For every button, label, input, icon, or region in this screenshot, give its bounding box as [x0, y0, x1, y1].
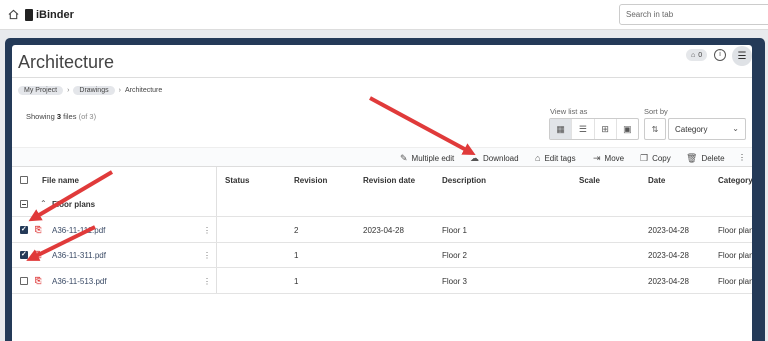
logo-mark-icon	[25, 9, 33, 21]
view-list-label: View list as	[550, 107, 588, 116]
tag-icon: ⌂	[691, 51, 696, 59]
trash-icon: 🗑	[686, 153, 698, 163]
cell-date: 2023-04-28	[648, 251, 689, 260]
group-row: ⌃ Floor plans	[12, 193, 752, 217]
sort-value: Category	[675, 125, 708, 134]
delete-button[interactable]: 🗑 Delete	[686, 153, 725, 164]
action-bar: ✎ Multiple edit ☁ Download ⌂ Edit tags ⇥…	[12, 147, 752, 167]
chevron-right-icon: ›	[118, 87, 121, 94]
table-view-icon[interactable]: ▦	[550, 119, 573, 139]
cell-date: 2023-04-28	[648, 277, 689, 286]
edit-tags-label: Edit tags	[544, 153, 576, 163]
column-header-date[interactable]: Date	[648, 176, 665, 185]
breadcrumb: My Project › Drawings › Architecture	[18, 86, 162, 95]
summary-prefix: Showing	[26, 112, 55, 121]
grid-view-icon[interactable]: ⊞	[595, 119, 617, 139]
breadcrumb-item-project[interactable]: My Project	[18, 86, 64, 95]
page-title: Architecture	[18, 52, 115, 72]
table-row[interactable]: ⎘ A36-11-311.pdf ⋮ 1 Floor 2 2023-04-28 …	[12, 243, 752, 268]
group-label: Floor plans	[52, 200, 96, 209]
cell-revision: 1	[294, 251, 299, 260]
copy-icon: ❐	[640, 153, 649, 163]
chevron-up-icon[interactable]: ⌃	[40, 199, 47, 208]
edit-document-icon: ✎	[400, 153, 408, 163]
search-input[interactable]: Search in tab	[619, 4, 768, 25]
table-header-row: File name Status Revision Revision date …	[12, 167, 752, 193]
move-button[interactable]: ⇥ Move	[593, 153, 624, 164]
column-header-revision[interactable]: Revision	[294, 176, 327, 185]
row-more-icon[interactable]: ⋮	[203, 226, 211, 235]
group-checkbox[interactable]	[20, 200, 28, 208]
cell-revision: 2	[294, 226, 299, 235]
column-header-status[interactable]: Status	[225, 176, 249, 185]
download-button[interactable]: ☁ Download	[470, 153, 519, 164]
file-name-link[interactable]: A36-11-311.pdf	[52, 251, 106, 260]
panel-header: Architecture ⌂ 0 i ☰	[12, 45, 752, 78]
move-label: Move	[604, 154, 625, 163]
row-checkbox[interactable]	[20, 277, 28, 285]
column-header-file-name[interactable]: File name	[42, 176, 79, 185]
tag-count: 0	[698, 51, 703, 59]
multiple-edit-label: Multiple edit	[411, 154, 455, 163]
column-header-scale[interactable]: Scale	[579, 176, 600, 185]
pdf-file-icon: ⎘	[35, 276, 42, 285]
summary-count: 3	[56, 112, 62, 121]
cell-description: Floor 1	[442, 226, 467, 235]
cell-category: Floor plans	[718, 277, 752, 286]
info-icon[interactable]: i	[714, 49, 726, 61]
cell-date: 2023-04-28	[648, 226, 689, 235]
tag-icon: ⌂	[535, 153, 541, 163]
edit-tags-button[interactable]: ⌂ Edit tags	[535, 153, 576, 163]
row-checkbox[interactable]	[20, 225, 28, 234]
logo-text: iBinder	[36, 9, 74, 21]
breadcrumb-item-current: Architecture	[124, 87, 163, 94]
file-name-link[interactable]: A36-11-513.pdf	[52, 277, 107, 286]
summary-unit: files	[63, 112, 77, 121]
main-panel: Architecture ⌂ 0 i ☰ My Project › Drawin…	[12, 45, 752, 341]
select-all-checkbox[interactable]	[20, 176, 28, 184]
pdf-file-icon: ⎘	[35, 225, 42, 234]
list-view-icon[interactable]: ☰	[572, 119, 595, 139]
column-header-category[interactable]: Category	[718, 176, 752, 185]
table-row[interactable]: ⎘ A36-11-111.pdf ⋮ 2 2023-04-28 Floor 1 …	[12, 217, 752, 243]
cell-description: Floor 2	[442, 251, 467, 260]
copy-button[interactable]: ❐ Copy	[640, 153, 671, 164]
tag-count-button[interactable]: ⌂ 0	[686, 49, 708, 61]
breadcrumb-item-drawings[interactable]: Drawings	[73, 86, 115, 95]
home-icon[interactable]	[8, 9, 19, 20]
cell-revision-date: 2023-04-28	[363, 226, 404, 235]
multiple-edit-button[interactable]: ✎ Multiple edit	[400, 153, 454, 164]
view-mode-group: ▦ ☰ ⊞ ▣	[549, 118, 639, 140]
table-row[interactable]: ⎘ A36-11-513.pdf ⋮ 1 Floor 3 2023-04-28 …	[12, 268, 752, 294]
move-icon: ⇥	[593, 153, 601, 163]
cell-category: Floor plans	[718, 226, 752, 235]
file-count-summary: Showing 3 files (of 3)	[26, 112, 96, 121]
cell-revision: 1	[294, 277, 299, 286]
more-actions-icon[interactable]: ⋮	[738, 153, 746, 162]
chevron-right-icon: ›	[67, 87, 70, 94]
cloud-download-icon: ☁	[470, 153, 479, 163]
image-view-icon[interactable]: ▣	[617, 119, 638, 139]
pdf-file-icon: ⎘	[35, 250, 42, 259]
column-header-revision-date[interactable]: Revision date	[363, 176, 415, 185]
summary-total: (of 3)	[78, 112, 97, 121]
row-checkbox[interactable]	[20, 250, 28, 259]
top-bar: iBinder Search in tab	[0, 0, 768, 30]
copy-label: Copy	[652, 154, 671, 163]
logo[interactable]: iBinder	[25, 8, 74, 22]
sort-select[interactable]: Category ⌄	[668, 118, 746, 140]
delete-label: Delete	[701, 154, 725, 163]
sort-order-icon[interactable]: ⇅	[644, 118, 666, 140]
download-label: Download	[483, 154, 519, 163]
file-name-link[interactable]: A36-11-111.pdf	[52, 226, 105, 235]
cell-description: Floor 3	[442, 277, 467, 286]
menu-icon[interactable]: ☰	[732, 46, 752, 66]
sort-label: Sort by	[644, 107, 668, 116]
column-header-description[interactable]: Description	[442, 176, 486, 185]
row-more-icon[interactable]: ⋮	[203, 277, 211, 286]
cell-category: Floor plans	[718, 251, 752, 260]
chevron-down-icon: ⌄	[732, 124, 739, 133]
row-more-icon[interactable]: ⋮	[203, 251, 211, 260]
